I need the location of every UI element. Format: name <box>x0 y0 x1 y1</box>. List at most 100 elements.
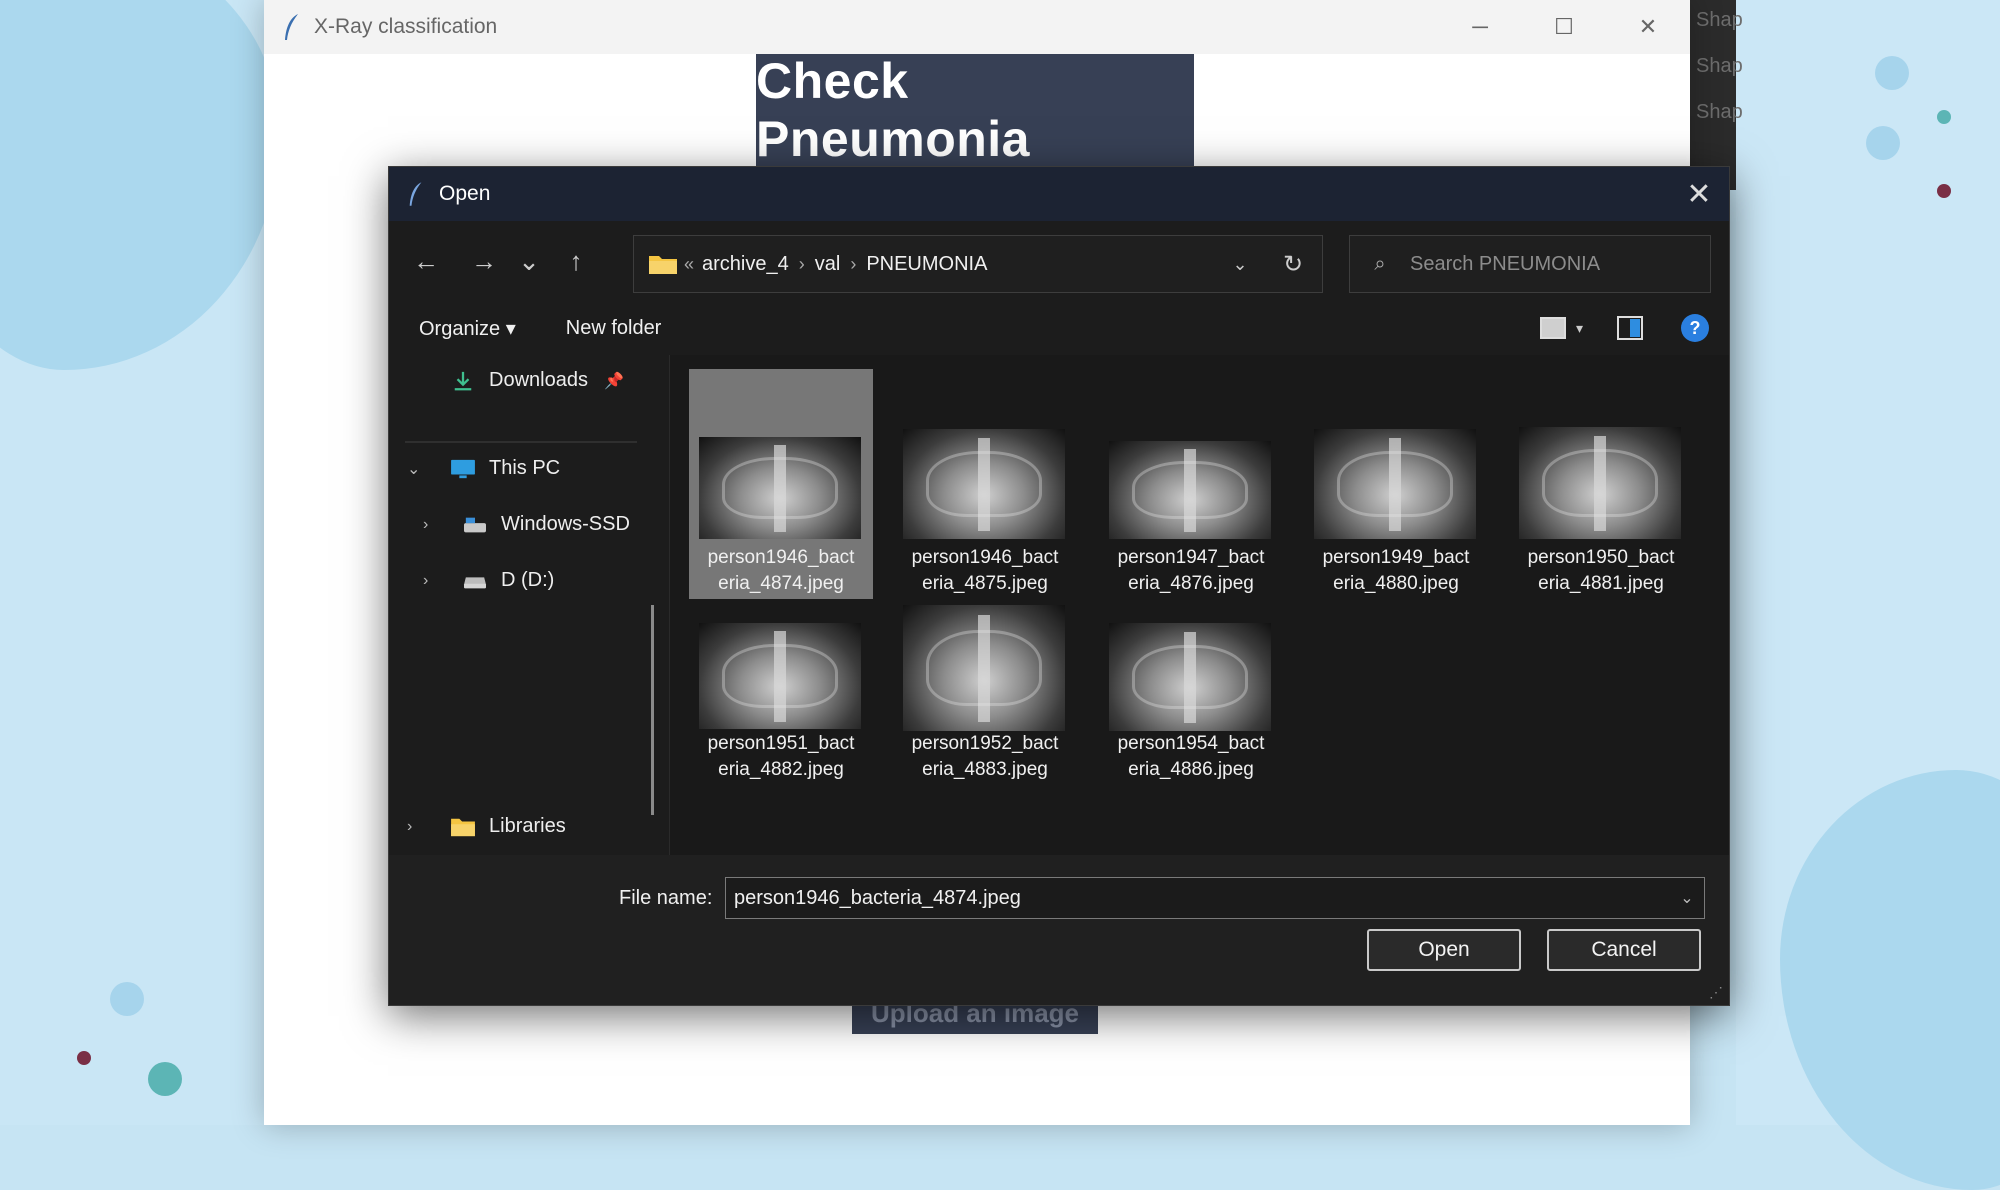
refresh-icon[interactable]: ↻ <box>1264 250 1322 279</box>
file-item[interactable]: person1950_bact eria_4881.jpeg <box>1509 369 1693 599</box>
new-folder-button[interactable]: New folder <box>566 317 662 340</box>
cancel-button[interactable]: Cancel <box>1547 929 1701 971</box>
file-item[interactable]: person1952_bact eria_4883.jpeg <box>893 605 1077 835</box>
organize-menu[interactable]: Organize ▾ <box>419 316 516 341</box>
preview-pane-icon[interactable] <box>1617 316 1643 340</box>
dialog-titlebar: Open ✕ <box>389 167 1729 221</box>
breadcrumb-separator: › <box>798 253 805 274</box>
nav-item-label: D (D:) <box>501 569 555 591</box>
back-button[interactable]: ← <box>401 236 451 286</box>
maximize-button[interactable]: ☐ <box>1522 0 1606 54</box>
file-item[interactable]: person1946_bact eria_4874.jpeg <box>689 369 873 599</box>
open-file-dialog: Open ✕ ← → ⌄ ↑ « archive_4 › val › PNEUM… <box>388 166 1730 1006</box>
navigation-pane: Downloads 📌 ⌄ This PC › Windows-SSD › D … <box>389 355 670 855</box>
nav-item-windows-ssd[interactable]: › Windows-SSD <box>423 513 630 536</box>
nav-item-label: Downloads <box>489 369 588 391</box>
decor-dot <box>77 1051 91 1065</box>
xray-thumbnail <box>1314 429 1476 539</box>
file-name-label: person1954_bact eria_4886.jpeg <box>1117 733 1265 780</box>
help-icon[interactable]: ? <box>1681 314 1709 342</box>
folder-icon <box>451 818 475 836</box>
chevron-down-icon[interactable]: ⌄ <box>1670 888 1704 908</box>
feather-icon <box>285 14 298 40</box>
forward-button[interactable]: → <box>459 236 509 286</box>
nav-item-downloads[interactable]: Downloads 📌 <box>449 369 624 392</box>
background-app-label: Shap <box>1696 55 1743 77</box>
xray-thumbnail <box>903 605 1065 731</box>
file-item[interactable]: person1954_bact eria_4886.jpeg <box>1099 605 1283 835</box>
expand-arrow-icon[interactable]: › <box>423 516 445 534</box>
nav-item-libraries[interactable]: › Libraries <box>407 815 566 838</box>
expand-arrow-icon[interactable]: › <box>407 818 429 836</box>
xray-thumbnail <box>1519 427 1681 539</box>
window-title: X-Ray classification <box>314 15 498 38</box>
address-dropdown-icon[interactable]: ⌄ <box>1216 254 1264 275</box>
navigation-bar: ← → ⌄ ↑ « archive_4 › val › PNEUMONIA ⌄ … <box>389 221 1729 301</box>
decor-dot <box>1866 126 1900 160</box>
file-name-label: person1946_bact eria_4875.jpeg <box>911 547 1059 594</box>
file-item[interactable]: person1949_bact eria_4880.jpeg <box>1304 369 1488 599</box>
computer-icon <box>451 459 475 478</box>
dialog-close-button[interactable]: ✕ <box>1669 167 1729 221</box>
open-button[interactable]: Open <box>1367 929 1521 971</box>
xray-thumbnail <box>1109 441 1271 539</box>
decor-dot <box>1875 56 1909 90</box>
address-bar[interactable]: « archive_4 › val › PNEUMONIA ⌄ ↻ <box>633 235 1323 293</box>
file-grid: person1946_bact eria_4874.jpeg person1946… <box>679 355 1729 855</box>
nav-item-label: Windows-SSD <box>501 513 630 535</box>
decor-dot <box>110 982 144 1016</box>
dialog-body: Downloads 📌 ⌄ This PC › Windows-SSD › D … <box>389 355 1729 855</box>
drive-icon <box>464 517 486 532</box>
minimize-button[interactable]: ─ <box>1438 0 1522 54</box>
file-name-label: person1950_bact eria_4881.jpeg <box>1527 547 1675 594</box>
expand-arrow-icon[interactable]: ⌄ <box>407 459 429 479</box>
download-icon <box>454 371 472 390</box>
file-item[interactable]: person1951_bact eria_4882.jpeg <box>689 605 873 835</box>
file-name-label: person1951_bact eria_4882.jpeg <box>707 733 855 780</box>
background-app-label: Shap <box>1696 101 1743 123</box>
dialog-footer: File name: person1946_bacteria_4874.jpeg… <box>389 855 1729 1005</box>
breadcrumb-separator: › <box>850 253 857 274</box>
folder-icon <box>649 256 677 274</box>
file-name-label: person1952_bact eria_4883.jpeg <box>911 733 1059 780</box>
breadcrumb-val[interactable]: val <box>815 253 841 276</box>
drive-icon <box>464 576 486 588</box>
background-app-label: Shap <box>1696 9 1743 31</box>
view-mode-icon[interactable] <box>1539 317 1566 339</box>
xray-thumbnail <box>699 623 861 729</box>
file-name-label: person1946_bact eria_4874.jpeg <box>707 547 855 594</box>
up-folder-button[interactable]: ↑ <box>551 236 601 286</box>
search-icon: ⌕ <box>1374 252 1386 275</box>
search-box[interactable]: ⌕ Search PNEUMONIA <box>1349 235 1711 293</box>
breadcrumb-overflow[interactable]: « <box>684 254 694 275</box>
nav-item-label: This PC <box>489 457 561 479</box>
window-controls: ─ ☐ ✕ <box>1438 0 1690 54</box>
nav-divider <box>405 441 637 443</box>
recent-locations-button[interactable]: ⌄ <box>511 236 547 286</box>
background-app-panel: Shap Shap Shap <box>1688 0 1743 190</box>
main-titlebar: X-Ray classification ─ ☐ ✕ <box>264 0 1690 54</box>
app-banner: Check Pneumonia <box>756 53 1194 167</box>
file-item[interactable]: person1946_bact eria_4875.jpeg <box>893 369 1077 599</box>
breadcrumb-pneumonia[interactable]: PNEUMONIA <box>866 253 987 276</box>
nav-pane-scrollbar[interactable] <box>651 605 654 815</box>
breadcrumb-archive[interactable]: archive_4 <box>702 253 789 276</box>
nav-item-label: Libraries <box>489 815 566 837</box>
close-button[interactable]: ✕ <box>1606 0 1690 54</box>
nav-item-d-drive[interactable]: › D (D:) <box>423 569 554 592</box>
file-name-label: person1949_bact eria_4880.jpeg <box>1322 547 1470 594</box>
view-dropdown-icon[interactable]: ▾ <box>1576 320 1583 337</box>
xray-thumbnail <box>903 429 1065 539</box>
nav-item-this-pc[interactable]: ⌄ This PC <box>407 457 560 480</box>
file-name-value[interactable]: person1946_bacteria_4874.jpeg <box>734 887 1021 910</box>
pin-icon: 📌 <box>603 372 624 390</box>
resize-grip-icon[interactable]: ⋰ <box>1709 984 1723 1001</box>
file-name-input[interactable]: person1946_bacteria_4874.jpeg ⌄ <box>725 877 1705 919</box>
search-placeholder[interactable]: Search PNEUMONIA <box>1410 253 1600 276</box>
file-name-label: person1947_bact eria_4876.jpeg <box>1117 547 1265 594</box>
xray-thumbnail <box>1109 623 1271 731</box>
dialog-title: Open <box>439 182 491 205</box>
file-item[interactable]: person1947_bact eria_4876.jpeg <box>1099 369 1283 599</box>
command-bar: Organize ▾ New folder ▾ ? <box>389 301 1729 355</box>
expand-arrow-icon[interactable]: › <box>423 572 445 590</box>
